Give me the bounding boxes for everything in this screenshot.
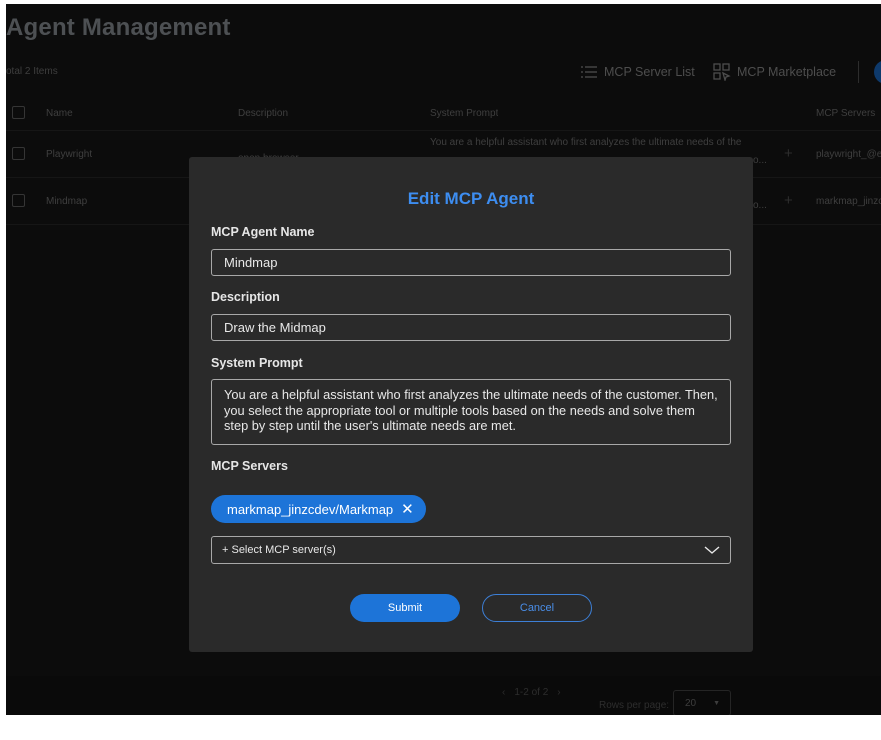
system-prompt-textarea[interactable]: You are a helpful assistant who first an… (211, 379, 731, 445)
selected-server-chip: markmap_jinzcdev/Markmap ✕ (211, 495, 426, 523)
agent-name-input[interactable]: Mindmap (211, 249, 731, 276)
description-value: Draw the Midmap (224, 320, 326, 335)
system-prompt-label: System Prompt (211, 356, 303, 370)
selected-server-label: markmap_jinzcdev/Markmap (227, 501, 394, 517)
submit-button[interactable]: Submit (350, 594, 460, 622)
agent-name-label: MCP Agent Name (211, 225, 315, 239)
mcp-servers-label: MCP Servers (211, 459, 288, 473)
edit-agent-dialog: Edit MCP Agent MCP Agent Name Mindmap De… (189, 157, 753, 652)
description-label: Description (211, 290, 280, 304)
dialog-title: Edit MCP Agent (407, 189, 535, 208)
close-icon[interactable]: ✕ (401, 502, 414, 517)
cancel-button[interactable]: Cancel (482, 594, 592, 622)
select-placeholder: + Select MCP server(s) (222, 544, 336, 556)
agent-name-value: Mindmap (224, 255, 278, 270)
mcp-server-select[interactable]: + Select MCP server(s) (211, 536, 731, 564)
system-prompt-value: You are a helpful assistant who first an… (224, 387, 718, 433)
description-input[interactable]: Draw the Midmap (211, 314, 731, 341)
chevron-down-icon (704, 546, 720, 554)
